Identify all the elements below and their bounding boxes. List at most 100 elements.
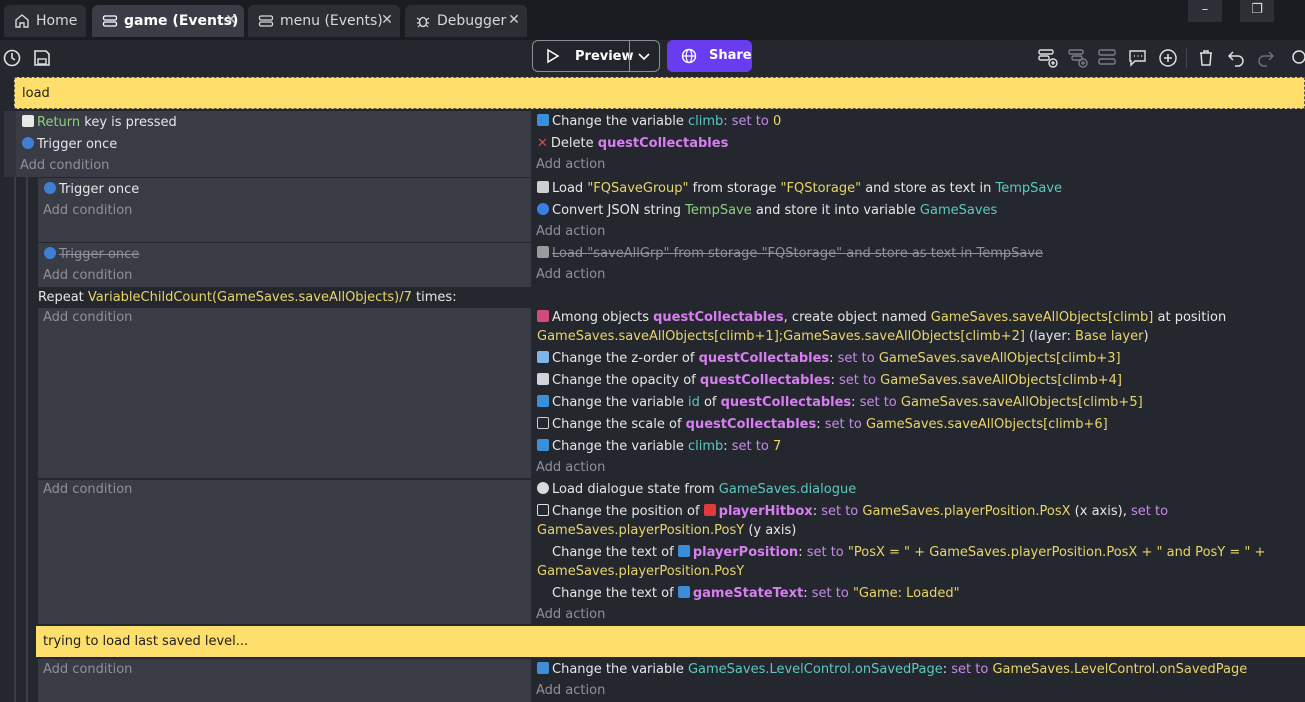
close-icon[interactable]: ✕ bbox=[380, 13, 394, 27]
action-load-storage[interactable]: Load "FQSaveGroup" from storage "FQStora… bbox=[537, 180, 1062, 198]
action-delete-object[interactable]: ✕ Delete questCollectables bbox=[537, 135, 728, 153]
chevron-down-icon[interactable] bbox=[637, 49, 651, 67]
action-change-opacity[interactable]: Change the opacity of questCollectables:… bbox=[537, 372, 1122, 390]
text-icon bbox=[537, 545, 549, 557]
add-condition-link[interactable]: Add condition bbox=[43, 309, 132, 327]
comment-load[interactable]: load bbox=[14, 77, 1305, 109]
action-text: Change the variable bbox=[552, 114, 688, 129]
add-action-link[interactable]: Add action bbox=[536, 606, 605, 624]
add-condition-link[interactable]: Add condition bbox=[43, 481, 132, 499]
operator-text: : set to bbox=[723, 114, 773, 129]
action-load-storage-disabled[interactable]: Load "saveAllGrp" from storage "FQStorag… bbox=[537, 245, 1043, 263]
position-icon bbox=[537, 504, 549, 516]
repeat-event-header[interactable]: Repeat VariableChildCount(GameSaves.save… bbox=[36, 288, 531, 308]
restore-button[interactable]: ❐ bbox=[1240, 0, 1274, 22]
tab-debugger[interactable]: Debugger ✕ bbox=[405, 5, 527, 37]
events-icon bbox=[258, 13, 274, 29]
comment-trying-load[interactable]: trying to load last saved level... bbox=[36, 626, 1305, 657]
action-change-object-variable[interactable]: Change the variable id of questCollectab… bbox=[537, 394, 1143, 412]
storage-icon bbox=[537, 181, 549, 193]
undo-icon[interactable] bbox=[1225, 47, 1247, 69]
add-event-icon[interactable] bbox=[1037, 47, 1059, 69]
tab-home[interactable]: Home bbox=[4, 5, 86, 37]
action-text: and store as text in bbox=[842, 246, 977, 261]
operator-text: set to bbox=[838, 373, 877, 388]
action-load-dialogue-state[interactable]: Load dialogue state from GameSaves.dialo… bbox=[537, 481, 856, 499]
redo-icon[interactable] bbox=[1255, 47, 1277, 69]
action-text: Change the text of bbox=[552, 545, 678, 560]
condition-key-pressed[interactable]: Return key is pressed bbox=[22, 114, 177, 132]
event-conditions[interactable] bbox=[38, 480, 531, 624]
history-icon[interactable] bbox=[1, 47, 23, 69]
action-convert-json[interactable]: Convert JSON string TempSave and store i… bbox=[537, 202, 997, 220]
condition-text: Trigger once bbox=[59, 182, 140, 197]
value-text: GameSaves.LevelControl.onSavedPage bbox=[992, 662, 1248, 677]
text-icon bbox=[537, 586, 549, 598]
operator-text: set to bbox=[1130, 504, 1169, 519]
add-subevent-icon[interactable] bbox=[1067, 47, 1089, 69]
add-icon[interactable] bbox=[1157, 47, 1179, 69]
action-text: of bbox=[699, 395, 721, 410]
preview-button[interactable]: Preview bbox=[532, 40, 660, 72]
object-name: questCollectables bbox=[698, 351, 830, 366]
tab-menu-events[interactable]: menu (Events) ✕ bbox=[248, 5, 400, 37]
add-condition-link[interactable]: Add condition bbox=[43, 202, 132, 220]
comment-text: trying to load last saved level... bbox=[43, 634, 249, 649]
value-text: "Game: Loaded" bbox=[852, 586, 960, 601]
operator-text: set to bbox=[806, 545, 844, 560]
add-action-link[interactable]: Add action bbox=[536, 266, 605, 284]
close-icon[interactable]: ✕ bbox=[224, 13, 238, 27]
add-condition-link[interactable]: Add condition bbox=[43, 267, 132, 285]
globe-icon bbox=[681, 48, 697, 68]
event-handle[interactable] bbox=[4, 111, 16, 177]
action-change-position-cont: GameSaves.playerPosition.PosY (y axis) bbox=[537, 522, 796, 540]
condition-trigger-once[interactable]: Trigger once bbox=[22, 136, 117, 154]
action-change-variable[interactable]: Change the variable climb: set to 0 bbox=[537, 113, 781, 131]
action-create-object[interactable]: Among objects questCollectables, create … bbox=[537, 309, 1226, 327]
add-action-link[interactable]: Add action bbox=[536, 459, 605, 477]
save-icon[interactable] bbox=[31, 47, 53, 69]
variable-icon bbox=[537, 439, 549, 451]
comment-text: load bbox=[22, 85, 50, 101]
action-change-text[interactable]: Change the text of playerPosition: set t… bbox=[537, 544, 1265, 562]
add-condition-link[interactable]: Add condition bbox=[43, 661, 132, 679]
action-text: : bbox=[942, 662, 952, 677]
condition-trigger-once[interactable]: Trigger once bbox=[44, 181, 139, 199]
action-change-zorder[interactable]: Change the z-order of questCollectables:… bbox=[537, 350, 1121, 368]
divider bbox=[1186, 48, 1187, 68]
add-action-link[interactable]: Add action bbox=[536, 682, 605, 700]
search-icon[interactable] bbox=[1287, 47, 1305, 69]
event-conditions[interactable] bbox=[38, 308, 531, 478]
variable-name: TempSave bbox=[685, 203, 752, 218]
value-text: Base layer bbox=[1075, 329, 1144, 344]
action-text: Change the text of bbox=[552, 586, 678, 601]
action-change-variable[interactable]: Change the variable GameSaves.LevelContr… bbox=[537, 661, 1247, 679]
tab-label: Home bbox=[36, 13, 78, 29]
add-comment-icon[interactable] bbox=[1127, 47, 1149, 69]
object-name: gameStateText bbox=[692, 586, 804, 601]
add-action-link[interactable]: Add action bbox=[536, 156, 605, 174]
tab-game-events[interactable]: game (Events) ✕ bbox=[92, 5, 244, 37]
action-text: Change the scale of bbox=[552, 417, 686, 432]
trigger-once-icon bbox=[22, 137, 34, 149]
share-button[interactable]: Share bbox=[667, 40, 752, 72]
action-text: ) bbox=[1143, 329, 1149, 344]
value-text: GameSaves.saveAllObjects[climb] bbox=[930, 310, 1154, 325]
events-sheet: load Return key is pressed Trigger once … bbox=[0, 76, 1305, 702]
delete-icon[interactable] bbox=[1195, 47, 1217, 69]
tab-label: Debugger bbox=[437, 13, 507, 29]
action-change-variable[interactable]: Change the variable climb: set to 7 bbox=[537, 438, 781, 456]
close-icon[interactable]: ✕ bbox=[507, 13, 521, 27]
action-change-text[interactable]: Change the text of gameStateText: set to… bbox=[537, 585, 960, 603]
minimize-button[interactable]: – bbox=[1188, 0, 1222, 22]
action-text: (x axis), bbox=[1070, 504, 1131, 519]
action-change-scale[interactable]: Change the scale of questCollectables: s… bbox=[537, 416, 1108, 434]
action-change-position[interactable]: Change the position of playerHitbox: set… bbox=[537, 503, 1168, 521]
add-else-icon[interactable] bbox=[1097, 47, 1119, 69]
condition-trigger-once-disabled[interactable]: Trigger once bbox=[44, 246, 139, 264]
add-action-link[interactable]: Add action bbox=[536, 223, 605, 241]
action-text: and store it into variable bbox=[751, 203, 920, 218]
value-text: 0 bbox=[772, 114, 782, 129]
add-condition-link[interactable]: Add condition bbox=[20, 157, 109, 175]
keyboard-icon bbox=[22, 115, 34, 127]
